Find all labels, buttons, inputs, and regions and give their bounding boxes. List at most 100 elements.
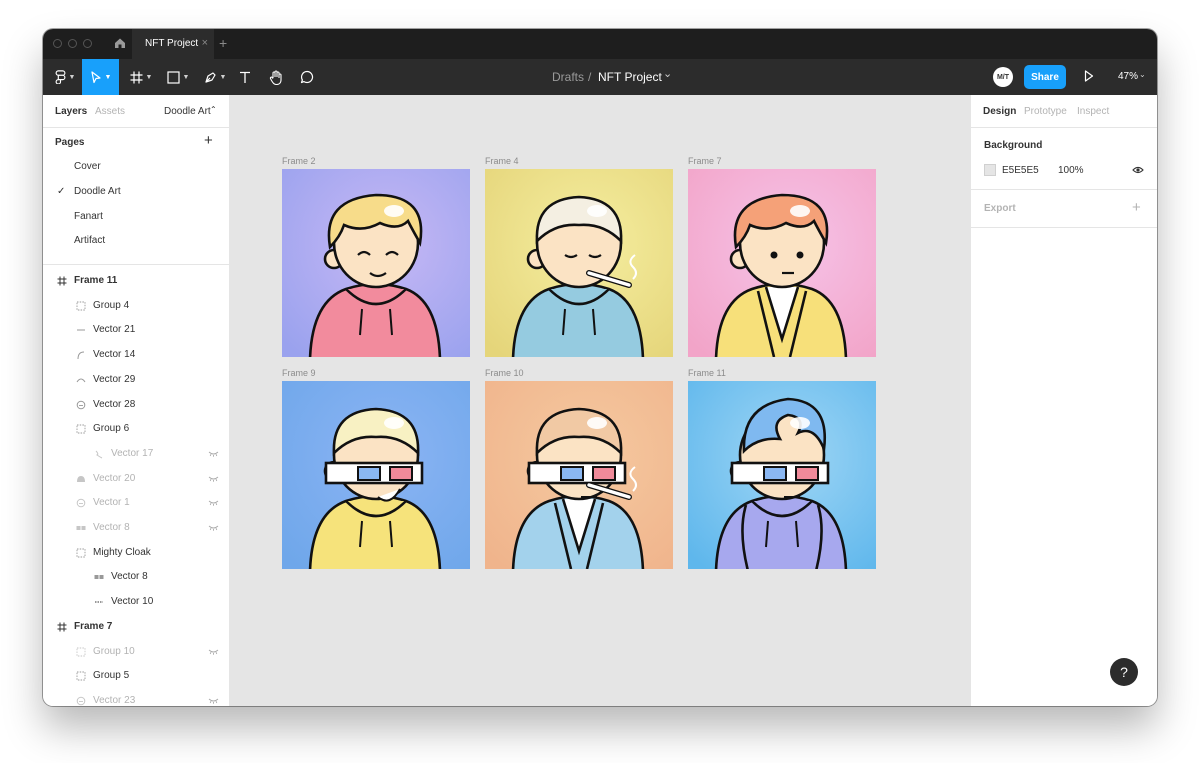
page-item[interactable]: Fanart xyxy=(74,211,103,222)
design-canvas[interactable]: Frame 2 Frame 4 Frame 7 Frame 9 Frame 10 Fram… xyxy=(229,95,970,706)
eye-closed-icon[interactable] xyxy=(208,698,219,704)
shape-tool-button[interactable]: ▼ xyxy=(163,59,193,95)
pen-tool-button[interactable]: ▼ xyxy=(200,59,230,95)
layer-row[interactable]: Group 5 xyxy=(43,664,229,688)
layer-row[interactable]: Vector 8 xyxy=(43,565,229,589)
layer-row[interactable]: Mighty Cloak xyxy=(43,541,229,565)
comment-tool-button[interactable] xyxy=(298,59,316,95)
layer-label: Vector 8 xyxy=(93,522,130,533)
breadcrumb-drafts[interactable]: Drafts xyxy=(552,70,584,84)
chevron-up-icon[interactable]: ⌃ xyxy=(210,105,217,114)
tab-close-icon[interactable]: × xyxy=(202,37,208,49)
frame-label[interactable]: Frame 9 xyxy=(282,368,316,378)
divider xyxy=(971,127,1157,128)
home-icon[interactable] xyxy=(114,37,126,49)
circle-vector-icon xyxy=(76,400,86,409)
frame-tool-button[interactable]: ▼ xyxy=(126,59,156,95)
hand-icon xyxy=(269,69,282,85)
share-button[interactable]: Share xyxy=(1024,65,1066,89)
maximize-window-button[interactable] xyxy=(83,39,92,48)
layer-row[interactable]: Vector 8 xyxy=(43,516,229,540)
layer-row[interactable]: Group 10 xyxy=(43,640,229,664)
rectangle-icon xyxy=(166,70,180,84)
tab-inspect[interactable]: Inspect xyxy=(1077,106,1109,117)
layer-label: Frame 7 xyxy=(74,620,113,632)
user-avatar[interactable]: M/T xyxy=(993,67,1013,87)
background-color-swatch[interactable] xyxy=(984,164,996,176)
page-item[interactable]: Cover xyxy=(74,161,101,172)
tab-design[interactable]: Design xyxy=(983,106,1016,117)
doodle-art-frame[interactable] xyxy=(485,169,673,357)
layer-label: Vector 1 xyxy=(93,497,130,509)
tab-layers[interactable]: Layers xyxy=(55,106,87,117)
eye-closed-icon[interactable] xyxy=(208,476,219,482)
layer-row[interactable]: Vector 1 xyxy=(43,491,229,515)
eye-closed-icon[interactable] xyxy=(208,451,219,457)
layer-row[interactable]: Vector 21 xyxy=(43,318,229,342)
add-export-button[interactable]: + xyxy=(1132,199,1141,216)
layer-row[interactable]: Vector 14 xyxy=(43,343,229,367)
minimize-window-button[interactable] xyxy=(68,39,77,48)
tab-prototype[interactable]: Prototype xyxy=(1024,106,1067,117)
zoom-chevron-icon[interactable]: ⌄ xyxy=(1139,70,1146,79)
layer-frame-row[interactable]: Frame 11 xyxy=(43,269,229,293)
eye-closed-icon[interactable] xyxy=(208,649,219,655)
page-item[interactable]: Artifact xyxy=(74,235,105,246)
new-tab-button[interactable]: + xyxy=(219,35,227,51)
eye-icon[interactable] xyxy=(1132,166,1144,174)
figma-window: NFT Project × + ▼ ▼ ▼ ▼ ▼ Drafts / NFT P… xyxy=(43,29,1157,706)
doodle-art-frame[interactable] xyxy=(282,169,470,357)
frame-label[interactable]: Frame 10 xyxy=(485,368,524,378)
layer-frame-row[interactable]: Frame 7 xyxy=(43,615,229,639)
present-play-icon[interactable] xyxy=(1084,70,1094,82)
add-page-button[interactable]: + xyxy=(204,132,213,149)
doodle-art-frame[interactable] xyxy=(485,381,673,569)
doodle-art-frame[interactable] xyxy=(688,381,876,569)
layer-row[interactable]: Group 6 xyxy=(43,417,229,441)
file-tab[interactable]: NFT Project × xyxy=(132,29,214,59)
layer-row[interactable]: Group 4 xyxy=(43,294,229,318)
file-name[interactable]: NFT Project xyxy=(598,70,662,84)
page-item[interactable]: Doodle Art xyxy=(74,186,121,197)
layer-row[interactable]: Vector 29 xyxy=(43,368,229,392)
chevron-down-icon: ▼ xyxy=(219,73,227,81)
pen-icon xyxy=(204,71,216,83)
frame-label[interactable]: Frame 4 xyxy=(485,156,519,166)
page-selector[interactable]: Doodle Art xyxy=(164,106,211,117)
layer-row[interactable]: Vector 20 xyxy=(43,467,229,491)
hand-tool-button[interactable] xyxy=(267,59,285,95)
background-hex-input[interactable]: E5E5E5 xyxy=(1002,165,1039,176)
chevron-down-icon: ▼ xyxy=(145,73,153,81)
layer-row[interactable]: Vector 23 xyxy=(43,689,229,706)
layer-row[interactable]: Vector 28 xyxy=(43,393,229,417)
text-tool-button[interactable] xyxy=(237,59,253,95)
main-menu-button[interactable]: ▼ xyxy=(49,59,81,95)
frame-label[interactable]: Frame 11 xyxy=(688,368,726,378)
close-window-button[interactable] xyxy=(53,39,62,48)
doodle-character-illustration xyxy=(485,169,673,357)
layer-label: Vector 20 xyxy=(93,472,136,484)
background-opacity-input[interactable]: 100% xyxy=(1058,165,1084,176)
group-icon xyxy=(76,548,86,558)
doodle-art-frame[interactable] xyxy=(282,381,470,569)
move-tool-button[interactable]: ▼ xyxy=(82,59,119,95)
divider xyxy=(971,227,1157,228)
zoom-level[interactable]: 47% xyxy=(1118,71,1138,82)
frame-label[interactable]: Frame 7 xyxy=(688,156,722,166)
layers-panel: Layers Assets Doodle Art ⌃ Pages + Cover… xyxy=(43,95,230,706)
layer-row[interactable]: Vector 10 xyxy=(43,590,229,614)
frame-hash-icon xyxy=(130,71,143,83)
squiggle-icon xyxy=(95,450,103,459)
eye-closed-icon[interactable] xyxy=(208,500,219,507)
text-icon xyxy=(240,71,250,83)
eye-closed-icon[interactable] xyxy=(208,525,219,531)
tab-assets[interactable]: Assets xyxy=(95,106,125,117)
doodle-art-frame[interactable] xyxy=(688,169,876,357)
doodle-character-illustration xyxy=(485,381,673,569)
frame-label[interactable]: Frame 2 xyxy=(282,156,316,166)
help-button[interactable]: ? xyxy=(1110,658,1138,686)
group-icon xyxy=(76,301,86,311)
doodle-character-illustration xyxy=(282,381,470,569)
file-menu-chevron-icon[interactable]: ⌄ xyxy=(663,67,672,80)
layer-row[interactable]: Vector 17 xyxy=(43,442,229,466)
